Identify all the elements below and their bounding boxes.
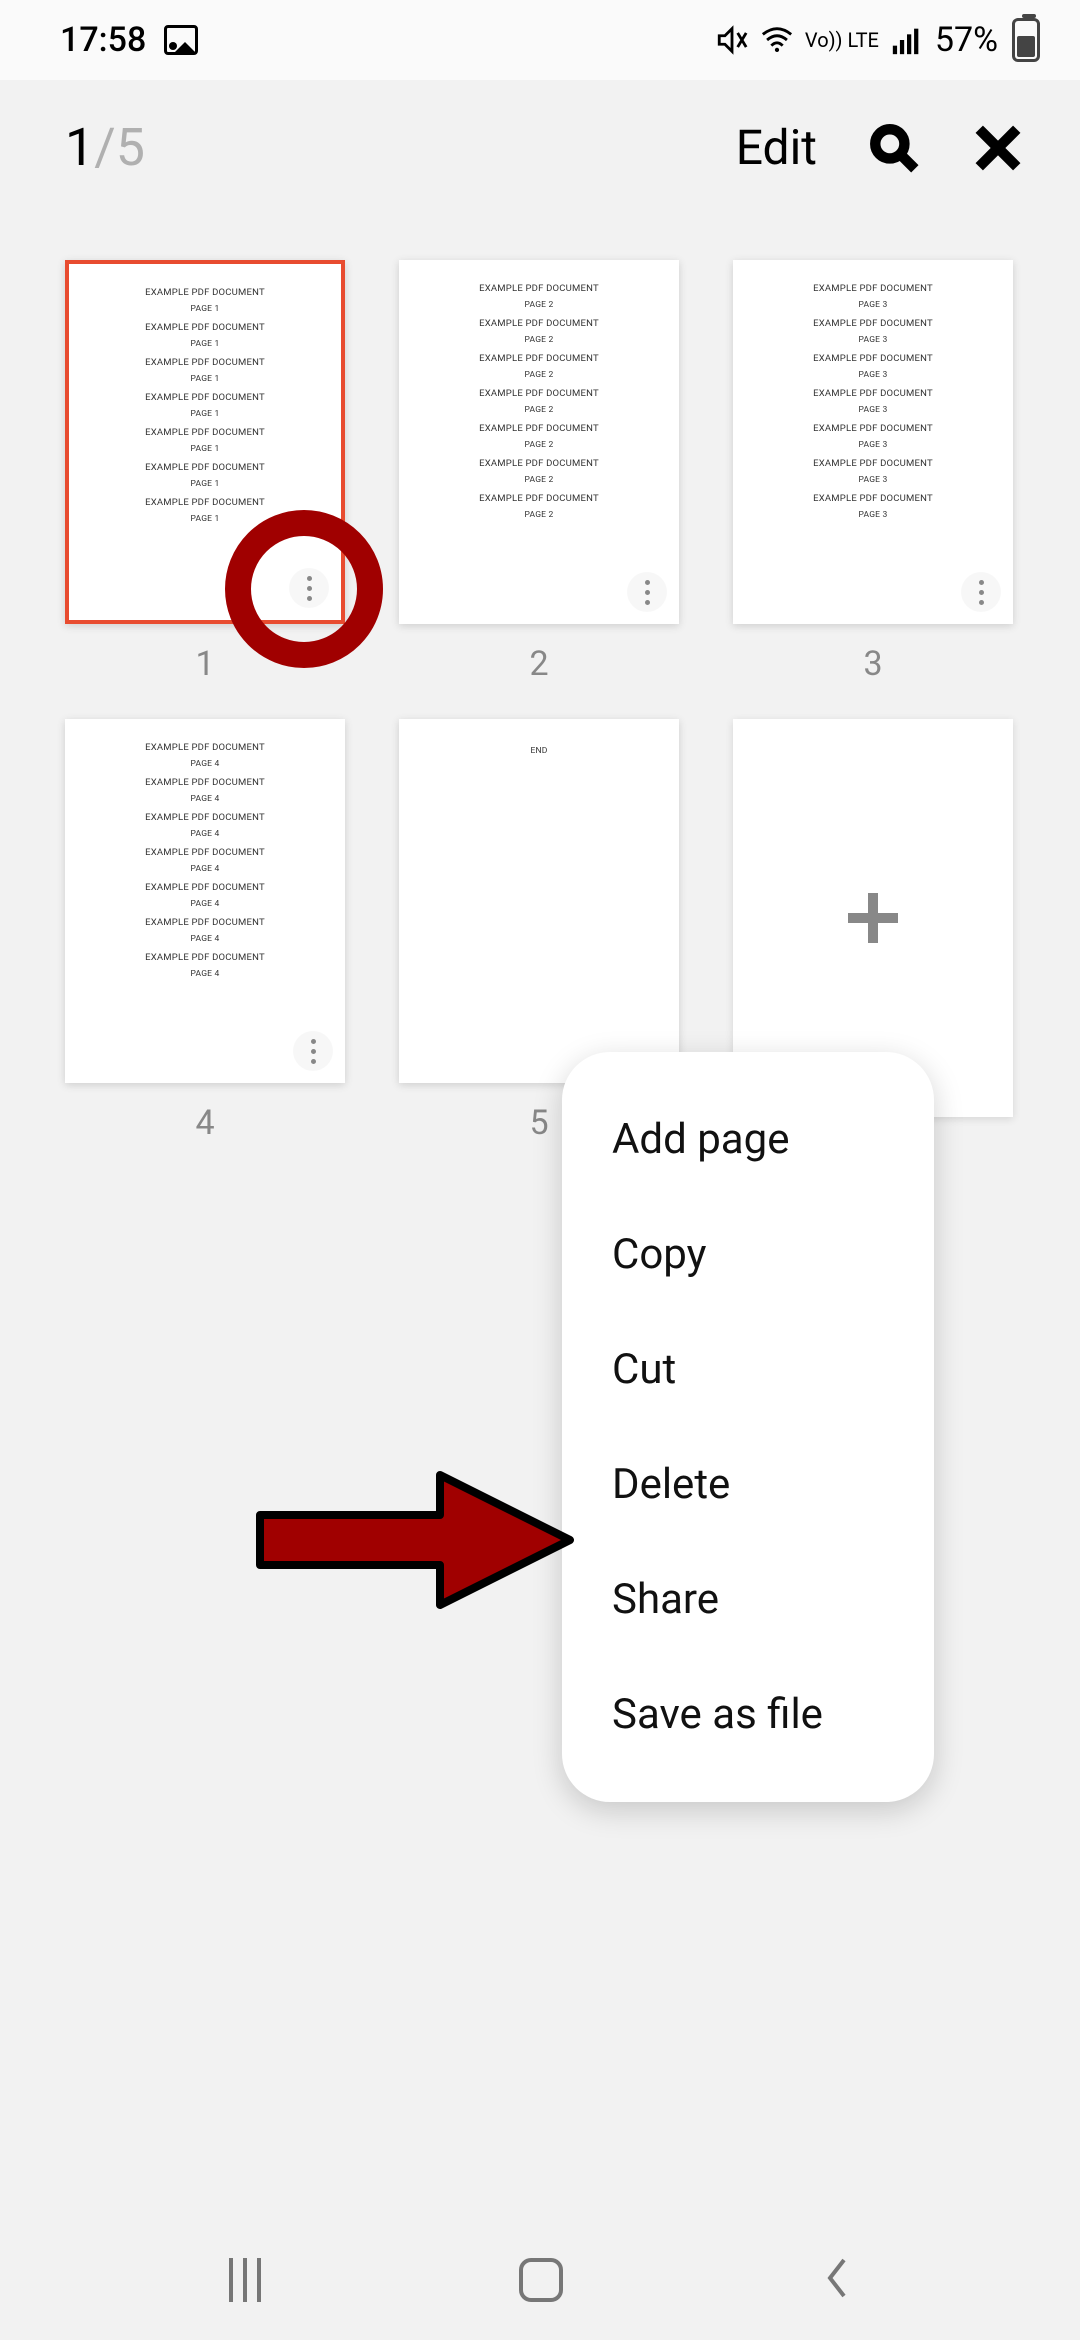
battery-icon (1012, 18, 1040, 62)
close-button[interactable] (971, 121, 1025, 175)
wifi-icon (759, 23, 795, 57)
image-saved-icon (164, 25, 198, 55)
menu-copy[interactable]: Copy (562, 1197, 934, 1312)
search-icon (869, 123, 919, 173)
total-pages: 5 (116, 117, 145, 178)
status-time: 17:58 (60, 20, 146, 60)
page-number-2: 2 (529, 644, 548, 684)
menu-save-as-file[interactable]: Save as file (562, 1657, 934, 1772)
plus-icon (843, 888, 903, 948)
edit-button[interactable]: Edit (736, 119, 817, 176)
nav-back-button[interactable] (821, 2256, 851, 2304)
mute-icon (715, 23, 749, 57)
page-1-more-button[interactable] (289, 568, 329, 608)
lte-indicator: Vo)) LTE (805, 30, 879, 50)
page-number-5: 5 (529, 1103, 548, 1143)
close-icon (973, 123, 1023, 173)
page-thumbnail-1[interactable]: EXAMPLE PDF DOCUMENTPAGE 1 EXAMPLE PDF D… (65, 260, 345, 624)
page-thumbnail-4[interactable]: EXAMPLE PDF DOCUMENTPAGE 4 EXAMPLE PDF D… (65, 719, 345, 1083)
page-thumbnail-2[interactable]: EXAMPLE PDF DOCUMENTPAGE 2 EXAMPLE PDF D… (399, 260, 679, 624)
android-nav-bar (0, 2220, 1080, 2340)
page-3-more-button[interactable] (961, 572, 1001, 612)
nav-home-button[interactable] (519, 2258, 563, 2302)
page-counter: 1/5 (65, 117, 145, 178)
status-bar: 17:58 Vo)) LTE 57% (0, 0, 1080, 80)
page-thumbnail-5[interactable]: END (399, 719, 679, 1083)
page-number-1: 1 (195, 644, 214, 684)
menu-add-page[interactable]: Add page (562, 1082, 934, 1197)
page-number-3: 3 (863, 644, 882, 684)
battery-percent: 57% (935, 20, 998, 60)
nav-recents-button[interactable] (229, 2258, 261, 2302)
page-number-4: 4 (195, 1103, 214, 1143)
menu-delete[interactable]: Delete (562, 1427, 934, 1542)
page-4-more-button[interactable] (293, 1031, 333, 1071)
signal-icon (889, 23, 925, 57)
app-bar: 1/5 Edit (0, 80, 1080, 215)
page-2-more-button[interactable] (627, 572, 667, 612)
page-thumbnail-grid: EXAMPLE PDF DOCUMENTPAGE 1 EXAMPLE PDF D… (0, 215, 1080, 1143)
menu-cut[interactable]: Cut (562, 1312, 934, 1427)
page-context-menu: Add page Copy Cut Delete Share Save as f… (562, 1052, 934, 1802)
current-page-number: 1 (65, 117, 94, 178)
annotation-arrow (250, 1460, 580, 1620)
search-button[interactable] (867, 121, 921, 175)
menu-share[interactable]: Share (562, 1542, 934, 1657)
page-thumbnail-3[interactable]: EXAMPLE PDF DOCUMENTPAGE 3 EXAMPLE PDF D… (733, 260, 1013, 624)
